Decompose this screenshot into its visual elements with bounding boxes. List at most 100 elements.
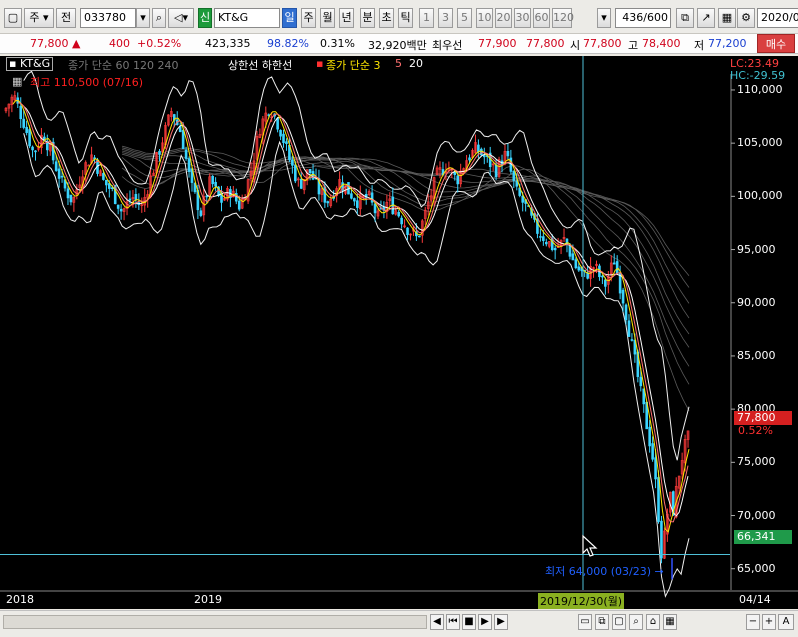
search-icon[interactable]: ⌕ — [152, 8, 166, 28]
interval-120-button[interactable]: 120 — [552, 8, 574, 28]
home-icon[interactable]: ⌂ — [646, 614, 660, 630]
candle-body — [294, 165, 297, 182]
best-ask-label: 최우선 — [432, 39, 463, 52]
y-tick-label: 85,000 — [737, 348, 776, 362]
y-tick-label: 65,000 — [737, 561, 776, 575]
count-value: 436 — [622, 11, 644, 24]
price-change-pct: +0.52% — [137, 37, 182, 50]
candle-body — [105, 179, 108, 186]
table-icon[interactable]: ▦ — [12, 75, 22, 88]
bottom-scroll-bar: ◀ ⏮ ■ ▶ ▶ ▭ ⧉ ▢ ⌕ ⌂ ▦ − + A — [0, 610, 798, 637]
chart-menu-icon[interactable]: ▢ — [4, 8, 22, 28]
candle-body — [60, 175, 64, 178]
scroll-left-button[interactable]: ◀ — [430, 614, 444, 630]
candle-body — [326, 201, 330, 204]
candle-body — [34, 150, 37, 153]
chart-tool-icon[interactable]: ⧉ — [676, 8, 694, 28]
count-total: /600 — [643, 11, 668, 24]
interval-10-button[interactable]: 10 — [476, 8, 493, 28]
candle-body — [604, 279, 607, 287]
candle-body — [615, 261, 619, 274]
window-icon[interactable]: ▢ — [612, 614, 626, 630]
grid-icon[interactable]: ▦ — [718, 8, 736, 28]
candle-body — [574, 259, 578, 269]
candle-body — [639, 376, 643, 387]
copy-view-icon[interactable]: ⧉ — [595, 614, 609, 630]
crosshair-price-badge: 66,341 — [734, 530, 792, 544]
period-main-button[interactable]: 주 ▾ — [24, 8, 54, 28]
scroll-first-button[interactable]: ⏮ — [446, 614, 460, 630]
trade-amount: 32,920백만 — [368, 39, 427, 52]
date-input[interactable]: 2020/04 — [757, 8, 798, 28]
prev-button[interactable]: 전 — [56, 8, 76, 28]
volume-ratio: 98.82% — [267, 37, 309, 50]
grid-view-icon[interactable]: ▦ — [663, 614, 677, 630]
candle-body — [577, 266, 581, 271]
candle-body — [477, 144, 480, 153]
auto-scale-button[interactable]: A — [778, 614, 794, 630]
candle-body — [627, 320, 631, 337]
data-count-input[interactable]: 436/600 — [615, 8, 671, 28]
interval-5-button[interactable]: 5 — [457, 8, 472, 28]
candle-body — [568, 244, 572, 257]
stock-chart[interactable]: ▪ KT&G 종가 단순 60 120 240 상한선 하한선 ▪ 종가 단순 … — [0, 56, 798, 609]
search-zoom-icon[interactable]: ⌕ — [629, 614, 643, 630]
candle-body — [624, 304, 628, 321]
horizontal-scrollbar[interactable] — [3, 615, 427, 629]
zoom-out-button[interactable]: − — [746, 614, 760, 630]
interval-60-button[interactable]: 60 — [533, 8, 550, 28]
interval-30-button[interactable]: 30 — [514, 8, 531, 28]
code-dropdown-icon[interactable]: ▾ — [136, 8, 150, 28]
zoom-in-button[interactable]: + — [762, 614, 776, 630]
period-day-button[interactable]: 일 — [282, 8, 297, 28]
period-year-button[interactable]: 년 — [339, 8, 354, 28]
candle-body — [285, 141, 288, 145]
volume: 423,335 — [205, 37, 251, 50]
period-month-button[interactable]: 월 — [320, 8, 335, 28]
interval-dropdown-icon[interactable]: ▾ — [597, 8, 611, 28]
candle-body — [19, 105, 23, 120]
candle-body — [453, 171, 457, 175]
candle-body — [31, 146, 34, 151]
scroll-right-button[interactable]: ▶ — [494, 614, 508, 630]
candle-body — [102, 173, 105, 180]
interval-1-button[interactable]: 1 — [419, 8, 434, 28]
buy-button[interactable]: 매수 — [757, 34, 795, 53]
candle-body — [539, 236, 542, 238]
long-ma-line — [122, 150, 690, 319]
play-button[interactable]: ▶ — [478, 614, 492, 630]
candle-body — [494, 164, 498, 178]
interval-20-button[interactable]: 20 — [495, 8, 512, 28]
y-tick-label: 75,000 — [737, 455, 776, 469]
candle-body — [28, 129, 31, 147]
period-week-button[interactable]: 주 — [301, 8, 316, 28]
candle-body — [119, 208, 123, 212]
candle-body — [370, 192, 374, 203]
price-info-bar: 77,800 ▲ 400 +0.52% 423,335 98.82% 0.31%… — [0, 34, 798, 54]
chart-canvas[interactable] — [0, 56, 798, 609]
stock-code-input[interactable]: 033780 — [80, 8, 136, 28]
toolbar: ▢ 주 ▾ 전 033780 ▾ ⌕ ◁▾ 신 KT&G 일 주 월 년 분 초… — [0, 0, 798, 34]
gear-icon[interactable]: ⚙ — [737, 8, 755, 28]
candle-body — [237, 200, 241, 210]
best-ask-1: 77,900 — [478, 37, 517, 50]
credit-tag: 신 — [198, 8, 212, 28]
x-label-2019: 2019 — [194, 593, 222, 606]
period-tick-button[interactable]: 틱 — [398, 8, 413, 28]
sound-icon[interactable]: ◁▾ — [168, 8, 194, 28]
candle-body — [621, 289, 625, 304]
candle-body — [116, 204, 120, 209]
interval-3-button[interactable]: 3 — [438, 8, 453, 28]
candle-body — [612, 262, 616, 265]
candle-body — [660, 520, 663, 559]
candle-body — [521, 195, 524, 203]
period-minute-button[interactable]: 분 — [360, 8, 375, 28]
draw-line-icon[interactable]: ↗ — [697, 8, 715, 28]
open-label: 시 — [570, 39, 581, 52]
candle-body — [54, 161, 58, 171]
split-view-icon[interactable]: ▭ — [578, 614, 592, 630]
stop-button[interactable]: ■ — [462, 614, 476, 630]
candle-body — [506, 151, 510, 157]
turnover: 0.31% — [320, 37, 355, 50]
period-second-button[interactable]: 초 — [379, 8, 394, 28]
